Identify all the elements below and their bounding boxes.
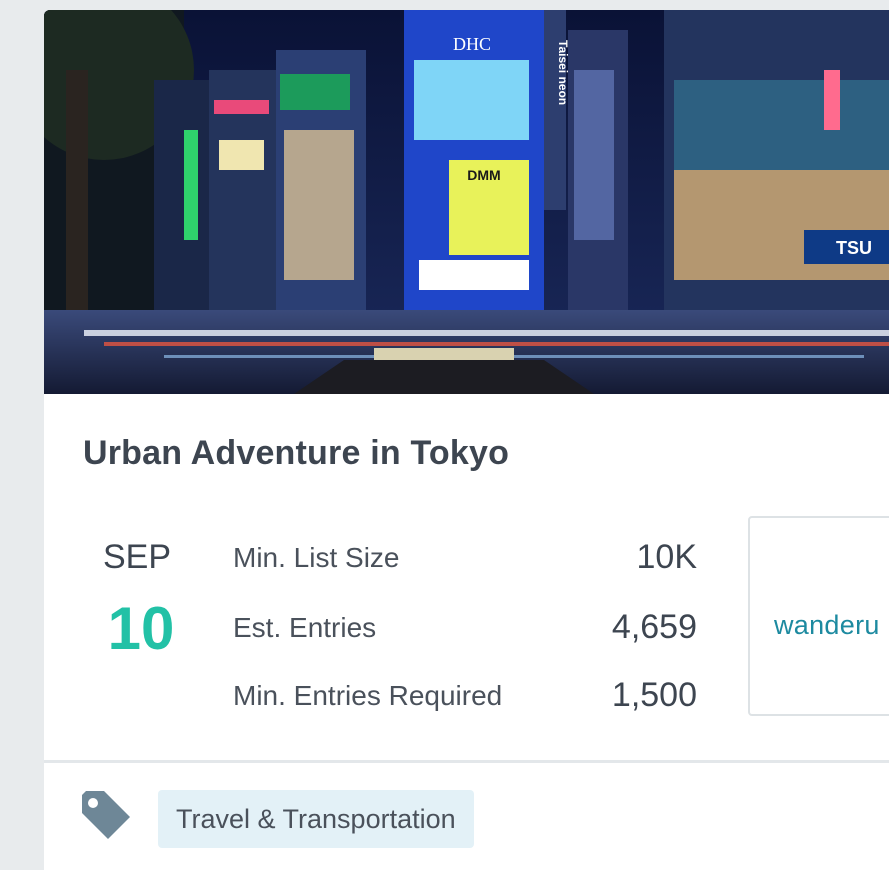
stat-row-min-entries-required: Min. Entries Required 1,500 xyxy=(233,676,697,716)
stat-value: 4,659 xyxy=(611,608,697,646)
hero-sign-tsu: TSU xyxy=(836,238,872,258)
stat-label: Min. List Size xyxy=(233,542,400,573)
stat-label: Min. Entries Required xyxy=(233,680,503,711)
tokyo-night-street-image: DHC DMM Taisei neon TSU xyxy=(44,10,889,394)
contest-card[interactable]: DHC DMM Taisei neon TSU Urban Adventure … xyxy=(44,10,889,870)
hero-sign-dmm: DMM xyxy=(467,167,500,183)
stat-row-est-entries: Est. Entries 4,659 xyxy=(233,608,697,648)
hero-sign-taisei-neon: Taisei neon xyxy=(556,40,570,105)
hero-image[interactable]: DHC DMM Taisei neon TSU xyxy=(44,10,889,394)
stat-row-min-list-size: Min. List Size 10K xyxy=(233,538,697,578)
stat-label: Est. Entries xyxy=(233,612,377,643)
category-tag[interactable]: Travel & Transportation xyxy=(158,790,474,848)
divider xyxy=(44,760,889,763)
sponsor-logo-box[interactable]: wanderu xyxy=(748,516,889,716)
date-month: SEP xyxy=(103,538,172,576)
tag-icon xyxy=(78,789,134,850)
sponsor-logo: wanderu xyxy=(774,610,880,640)
stat-value: 1,500 xyxy=(611,676,697,714)
hero-sign-dhc: DHC xyxy=(453,34,491,54)
event-title[interactable]: Urban Adventure in Tokyo xyxy=(83,434,509,473)
date-day: 10 xyxy=(107,595,175,662)
stat-value: 10K xyxy=(636,538,698,576)
